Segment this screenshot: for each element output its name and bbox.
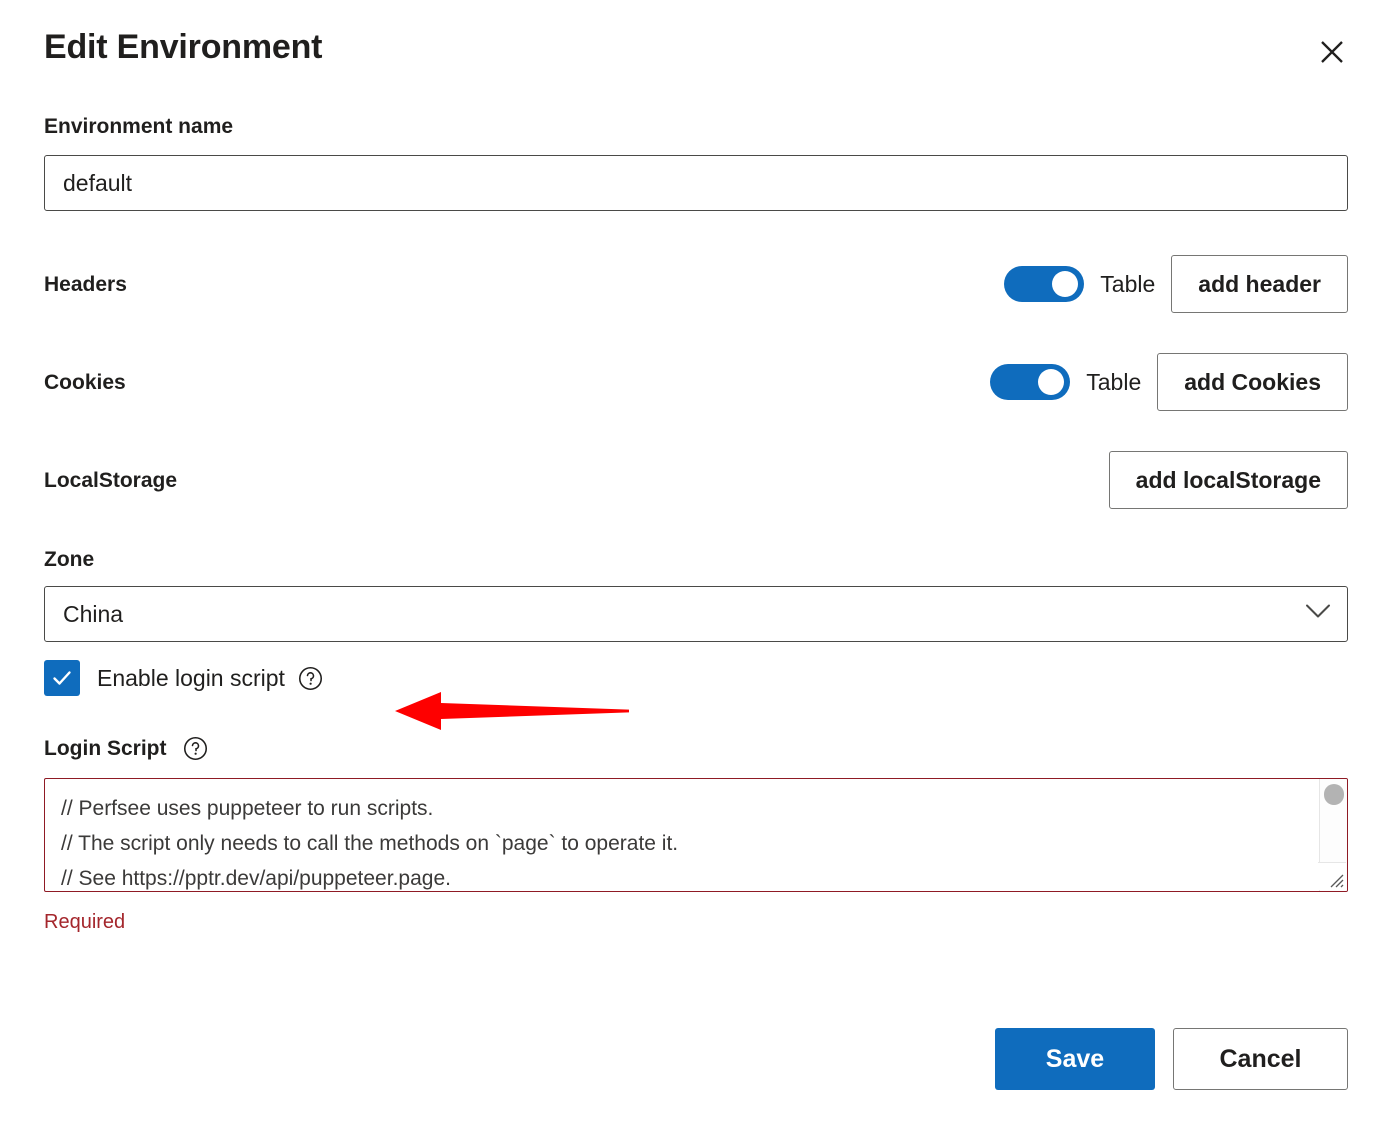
save-button[interactable]: Save [995,1028,1155,1090]
localstorage-row: LocalStorage add localStorage [44,451,1348,510]
scrollbar-thumb[interactable] [1324,783,1344,805]
help-circle-icon[interactable] [298,666,323,691]
zone-selected-value: China [63,600,124,627]
help-circle-icon[interactable] [183,736,208,761]
cookies-table-toggle[interactable] [990,364,1071,401]
dialog-footer: Save Cancel [995,1028,1348,1090]
cookies-toggle-label: Table [1086,368,1142,395]
page-title: Edit Environment [44,28,323,66]
headers-table-toggle[interactable] [1004,266,1085,303]
environment-name-label: Environment name [44,115,234,138]
localstorage-label: LocalStorage [44,468,178,492]
login-script-error: Required [44,910,126,933]
headers-controls: Table add header [1004,255,1348,314]
dialog-header: Edit Environment [44,0,1348,74]
toggle-knob [1038,369,1065,396]
resize-grip-icon [1330,874,1344,888]
check-icon [53,671,71,686]
enable-login-script-row: Enable login script [44,660,1348,697]
cookies-controls: Table add Cookies [990,353,1348,412]
headers-row: Headers Table add header [44,255,1348,314]
textarea-resize-handle[interactable] [1318,861,1346,890]
add-header-button[interactable]: add header [1171,255,1348,314]
toggle-knob [1052,271,1079,298]
close-icon [1319,39,1345,65]
localstorage-controls: add localStorage [1108,451,1348,510]
edit-environment-dialog: Edit Environment Environment name defaul… [0,0,1392,1124]
headers-label: Headers [44,272,127,296]
add-cookies-button[interactable]: add Cookies [1157,353,1348,412]
cookies-row: Cookies Table add Cookies [44,353,1348,412]
chevron-down-icon [1305,604,1331,625]
environment-name-field: Environment name default [44,114,1348,212]
login-script-textarea[interactable]: // Perfsee uses puppeteer to run scripts… [44,777,1348,892]
login-script-placeholder: // Perfsee uses puppeteer to run scripts… [61,796,679,890]
login-script-header: Login Script [44,736,1348,761]
zone-label: Zone [44,548,95,572]
login-script-field: Login Script // Perfsee uses puppeteer t… [44,736,1348,933]
close-button[interactable] [1310,30,1354,74]
zone-field: Zone China [44,547,1348,643]
cancel-button[interactable]: Cancel [1173,1028,1348,1090]
cookies-label: Cookies [44,370,126,394]
add-localstorage-button[interactable]: add localStorage [1108,451,1348,510]
login-script-label: Login Script [44,737,167,761]
enable-login-script-label: Enable login script [97,664,285,691]
zone-select[interactable]: China [44,586,1348,643]
left-arrow-annotation [393,690,633,737]
headers-toggle-label: Table [1100,270,1156,297]
environment-name-input[interactable]: default [44,155,1348,212]
enable-login-script-checkbox[interactable] [44,660,80,697]
